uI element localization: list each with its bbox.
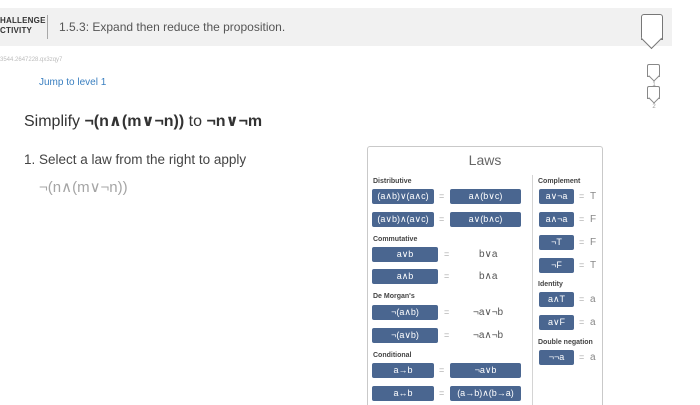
law-identity-2-left[interactable]: a∨F xyxy=(539,315,574,330)
level-indicators: 1 2 xyxy=(645,64,663,110)
law-distributive-1-right[interactable]: a∧(b∨c) xyxy=(450,189,521,204)
current-expression: ¬(n∧(m∨¬n)) xyxy=(39,179,128,196)
law-conditional-1-right[interactable]: ¬a∨b xyxy=(450,363,521,378)
law-distributive-1-left[interactable]: (a∧b)∨(a∧c) xyxy=(372,189,434,204)
activity-type-line2: CTIVITY xyxy=(0,26,33,35)
equals-sign: = xyxy=(579,294,585,304)
prompt-prefix: Simplify xyxy=(24,113,85,130)
equals-sign: = xyxy=(579,191,585,201)
equals-sign: = xyxy=(444,249,450,259)
law-conditional-2-right[interactable]: (a→b)∧(b→a) xyxy=(450,386,521,401)
equals-sign: = xyxy=(579,352,585,362)
law-identity-1-right[interactable]: a xyxy=(590,292,596,307)
law-double-negation-1-right[interactable]: a xyxy=(590,350,596,365)
level-number: 2 xyxy=(652,104,656,110)
level-badge-icon xyxy=(647,64,660,77)
header-divider xyxy=(47,15,48,39)
identity-heading: Identity xyxy=(538,281,563,288)
equals-sign: = xyxy=(579,214,585,224)
law-complement-4-right[interactable]: T xyxy=(590,258,596,273)
jump-to-level-link[interactable]: Jump to level 1 xyxy=(39,77,106,88)
law-identity-2-right[interactable]: a xyxy=(590,315,596,330)
level-badge-icon xyxy=(647,86,660,99)
laws-title: Laws xyxy=(468,152,502,168)
law-commutative-2-left[interactable]: a∧b xyxy=(372,269,438,284)
equals-sign: = xyxy=(439,365,445,375)
law-distributive-2-right[interactable]: a∨(b∧c) xyxy=(450,212,521,227)
law-identity-1-left[interactable]: a∧T xyxy=(539,292,574,307)
bookmark-icon[interactable] xyxy=(641,14,663,40)
law-complement-1-right[interactable]: T xyxy=(590,189,596,204)
equals-sign: = xyxy=(439,191,445,201)
equals-sign: = xyxy=(579,317,585,327)
prompt-middle: to xyxy=(184,113,207,130)
equals-sign: = xyxy=(579,237,585,247)
level-2-indicator[interactable]: 2 xyxy=(647,86,661,110)
law-commutative-1-right[interactable]: b∨a xyxy=(479,247,497,262)
level-1-indicator[interactable]: 1 xyxy=(647,64,661,88)
complement-heading: Complement xyxy=(538,178,581,185)
law-complement-3-left[interactable]: ¬T xyxy=(539,235,574,250)
commutative-heading: Commutative xyxy=(373,236,418,243)
equals-sign: = xyxy=(439,388,445,398)
law-complement-2-right[interactable]: F xyxy=(590,212,596,227)
law-demorgan-2-right[interactable]: ¬a∧¬b xyxy=(473,328,503,343)
law-demorgan-1-left[interactable]: ¬(a∧b) xyxy=(372,305,438,320)
activity-title: 1.5.3: Expand then reduce the propositio… xyxy=(59,20,286,34)
law-complement-4-left[interactable]: ¬F xyxy=(539,258,574,273)
demorgans-heading: De Morgan's xyxy=(373,293,415,300)
law-complement-1-left[interactable]: a∨¬a xyxy=(539,189,574,204)
activity-type-label: HALLENGE CTIVITY xyxy=(0,16,46,36)
simplify-prompt: Simplify ¬(n∧(m∨¬n)) to ¬n∨¬m xyxy=(24,111,262,131)
law-demorgan-1-right[interactable]: ¬a∨¬b xyxy=(473,305,503,320)
law-commutative-2-right[interactable]: b∧a xyxy=(479,269,497,284)
law-double-negation-1-left[interactable]: ¬¬a xyxy=(539,350,574,365)
activity-header: HALLENGE CTIVITY 1.5.3: Expand then redu… xyxy=(0,8,672,46)
double-negation-heading: Double negation xyxy=(538,339,593,346)
equals-sign: = xyxy=(444,330,450,340)
law-complement-2-left[interactable]: a∧¬a xyxy=(539,212,574,227)
law-commutative-1-left[interactable]: a∨b xyxy=(372,247,438,262)
equals-sign: = xyxy=(579,260,585,270)
law-demorgan-2-left[interactable]: ¬(a∨b) xyxy=(372,328,438,343)
law-complement-3-right[interactable]: F xyxy=(590,235,596,250)
laws-panel: Laws Distributive (a∧b)∨(a∧c) = a∧(b∨c) … xyxy=(367,146,603,405)
equals-sign: = xyxy=(444,307,450,317)
prompt-expression: ¬(n∧(m∨¬n)) xyxy=(84,113,185,130)
distributive-heading: Distributive xyxy=(373,178,412,185)
conditional-heading: Conditional xyxy=(373,352,412,359)
equals-sign: = xyxy=(444,271,450,281)
law-conditional-2-left[interactable]: a↔b xyxy=(372,386,434,401)
law-distributive-2-left[interactable]: (a∨b)∧(a∨c) xyxy=(372,212,434,227)
activity-code: 3544.2647228.qx3zqy7 xyxy=(0,57,63,63)
laws-column-divider xyxy=(532,175,533,405)
equals-sign: = xyxy=(439,214,445,224)
activity-type-line1: HALLENGE xyxy=(0,16,46,25)
prompt-target: ¬n∨¬m xyxy=(206,113,263,130)
law-conditional-1-left[interactable]: a→b xyxy=(372,363,434,378)
step-instruction: 1. Select a law from the right to apply xyxy=(24,152,247,167)
